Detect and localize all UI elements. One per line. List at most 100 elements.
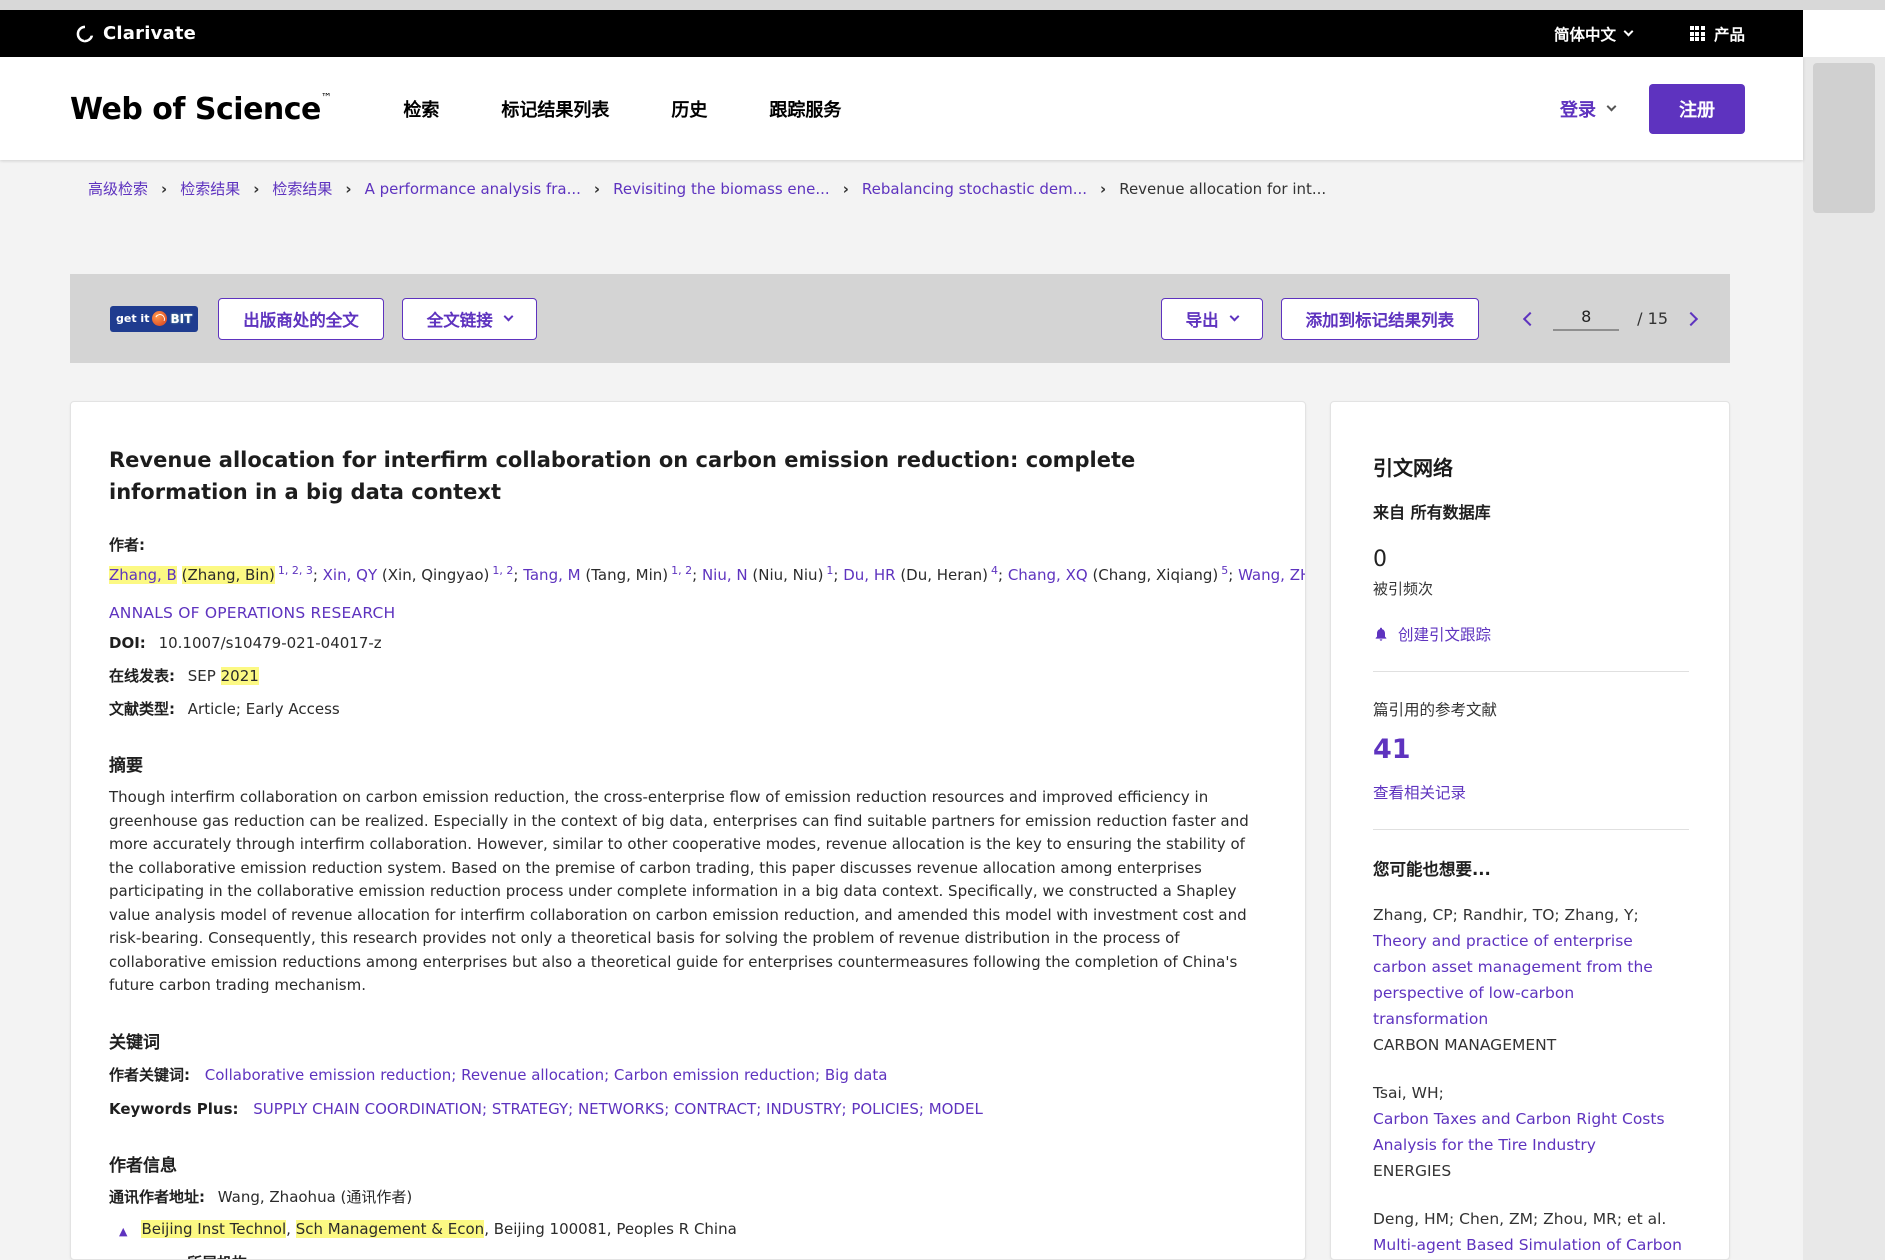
address-text: Beijing Inst Technol, Sch Management & E… [141, 1217, 736, 1241]
affiliation-label: 所属机构 [187, 1252, 1259, 1260]
products-menu[interactable]: 产品 [1690, 23, 1745, 45]
getit-org-label: BIT [170, 312, 192, 326]
breadcrumb-record-2[interactable]: Revisiting the biomass ene... [613, 180, 862, 198]
language-selector[interactable]: 简体中文 [1554, 23, 1632, 45]
author-link[interactable]: Wang, ZH [1238, 566, 1306, 584]
scrollbar-thumb[interactable] [1813, 63, 1875, 213]
breadcrumb-record-3[interactable]: Rebalancing stochastic dem... [862, 180, 1119, 198]
authors-label: 作者: [109, 536, 145, 554]
author-affil-sup: 5 [1221, 564, 1228, 577]
suggestion-authors: Deng, HM; Chen, ZM; Zhou, MR; et al. [1373, 1206, 1689, 1232]
doi-row: DOI: 10.1007/s10479-021-04017-z [109, 631, 1259, 655]
author-keywords-row: 作者关键词: Collaborative emission reductionR… [109, 1063, 1259, 1087]
citation-network-panel: 引文网络 来自 所有数据库 0 被引频次 创建引文跟踪 篇引用的参考文献 41 … [1330, 401, 1730, 1260]
author-link[interactable]: Du, HR [843, 566, 895, 584]
clarivate-logo[interactable]: Clarivate [75, 23, 196, 44]
full-text-links-button[interactable]: 全文链接 [402, 298, 537, 340]
clarivate-logo-text: Clarivate [103, 23, 196, 44]
keyword-link[interactable]: Big data [825, 1066, 888, 1084]
suggestion-item: Tsai, WH; Carbon Taxes and Carbon Right … [1373, 1080, 1689, 1184]
keyword-plus-link[interactable]: SUPPLY CHAIN COORDINATION [253, 1100, 492, 1118]
author: Du, HR (Du, Heran)4 [843, 566, 1008, 584]
author: Xin, QY (Xin, Qingyao)1, 2 [323, 566, 524, 584]
record-pagination: / 15 [1525, 307, 1696, 331]
getit-label: get it [116, 312, 149, 325]
create-citation-alert-label: 创建引文跟踪 [1398, 623, 1491, 645]
keyword-plus-link[interactable]: POLICIES [851, 1100, 928, 1118]
signin-menu[interactable]: 登录 [1560, 96, 1615, 122]
keywords-plus-label: Keywords Plus: [109, 1100, 239, 1118]
author: Tang, M (Tang, Min)1, 2 [523, 566, 702, 584]
author-fullname: (Niu, Niu) [752, 566, 823, 584]
keyword-link[interactable]: Collaborative emission reduction [205, 1066, 461, 1084]
doctype-label: 文献类型: [109, 700, 175, 718]
author-fullname: (Xin, Qingyao) [382, 566, 489, 584]
author-link[interactable]: Niu, N [702, 566, 748, 584]
breadcrumb-advanced-search[interactable]: 高级检索 [88, 178, 180, 199]
keyword-plus-link[interactable]: INDUSTRY [766, 1100, 851, 1118]
record-number-input[interactable] [1553, 307, 1619, 331]
keyword-link[interactable]: Carbon emission reduction [614, 1066, 825, 1084]
author-fullname: (Chang, Xiqiang) [1092, 566, 1218, 584]
nav-alerts[interactable]: 跟踪服务 [769, 96, 841, 122]
next-record-button[interactable] [1684, 311, 1698, 325]
cited-references-label: 篇引用的参考文献 [1373, 698, 1689, 720]
record-card: Revenue allocation for interfirm collabo… [70, 401, 1306, 1260]
address-row: ▲ Beijing Inst Technol, Sch Management &… [109, 1217, 1259, 1244]
trademark-symbol: ™ [321, 91, 332, 104]
cited-references-count[interactable]: 41 [1373, 734, 1411, 765]
journal-link[interactable]: ANNALS OF OPERATIONS RESEARCH [109, 604, 395, 622]
keyword-plus-link[interactable]: CONTRACT [674, 1100, 766, 1118]
nav-history[interactable]: 历史 [671, 96, 707, 122]
suggestion-title-link[interactable]: Theory and practice of enterprise carbon… [1373, 928, 1689, 1032]
authors-line: 作者: Zhang, B (Zhang, Bin)1, 2, 3Xin, QY … [109, 532, 1249, 588]
getit-bit-badge[interactable]: get it BIT [110, 306, 198, 332]
breadcrumb-results-2[interactable]: 检索结果 [272, 178, 364, 199]
author-keywords-label: 作者关键词: [109, 1066, 190, 1084]
suggestion-title-link[interactable]: Multi-agent Based Simulation of Carbon E… [1373, 1232, 1689, 1260]
doi-label: DOI: [109, 634, 146, 652]
doctype-row: 文献类型: Article; Early Access [109, 697, 1259, 721]
suggestion-title-link[interactable]: Carbon Taxes and Carbon Right Costs Anal… [1373, 1106, 1689, 1158]
keyword-link[interactable]: Revenue allocation [461, 1066, 614, 1084]
published-row: 在线发表: SEP 2021 [109, 664, 1259, 688]
chevron-down-icon [1607, 102, 1617, 112]
breadcrumb: 高级检索 检索结果 检索结果 A performance analysis fr… [88, 178, 1326, 199]
nav-search[interactable]: 检索 [403, 96, 439, 122]
author: Zhang, B (Zhang, Bin)1, 2, 3 [109, 566, 323, 584]
chevron-down-icon [503, 312, 513, 322]
view-related-records-link[interactable]: 查看相关记录 [1373, 781, 1466, 803]
keyword-plus-link[interactable]: NETWORKS [578, 1100, 674, 1118]
author-link[interactable]: Chang, XQ [1008, 566, 1088, 584]
published-label: 在线发表: [109, 667, 175, 685]
bell-icon [1373, 626, 1389, 642]
article-title: Revenue allocation for interfirm collabo… [109, 444, 1244, 508]
corresponding-address-row: 通讯作者地址: Wang, Zhaohua (通讯作者) [109, 1185, 1259, 1209]
previous-record-button[interactable] [1523, 311, 1537, 325]
collapse-triangle-icon[interactable]: ▲ [119, 1220, 127, 1244]
keyword-plus-link[interactable]: STRATEGY [492, 1100, 578, 1118]
author: Chang, XQ (Chang, Xiqiang)5 [1008, 566, 1238, 584]
author-affil-sup: 4 [991, 564, 998, 577]
nav-marked-list[interactable]: 标记结果列表 [501, 96, 609, 122]
author-link[interactable]: Zhang, B [109, 566, 177, 584]
author-link[interactable]: Tang, M [523, 566, 580, 584]
clarivate-mark-icon [75, 24, 95, 44]
full-text-publisher-button[interactable]: 出版商处的全文 [218, 298, 384, 340]
author: Wang, ZH (Wang, Zhaohua)1, 2, 3 [1238, 566, 1306, 584]
export-button[interactable]: 导出 [1161, 298, 1263, 340]
create-citation-alert-link[interactable]: 创建引文跟踪 [1373, 623, 1689, 645]
web-of-science-logo[interactable]: Web of Science™ [70, 91, 331, 127]
author-link[interactable]: Xin, QY [323, 566, 377, 584]
scrollbar-track[interactable] [1803, 57, 1885, 1260]
from-all-databases: 来自 所有数据库 [1373, 499, 1689, 523]
add-to-marked-list-button[interactable]: 添加到标记结果列表 [1281, 298, 1480, 340]
keywords-plus-row: Keywords Plus: SUPPLY CHAIN COORDINATION… [109, 1097, 1259, 1121]
breadcrumb-record-1[interactable]: A performance analysis fra... [365, 180, 614, 198]
register-button[interactable]: 注册 [1649, 84, 1745, 134]
abstract-text: Though interfirm collaboration on carbon… [109, 786, 1259, 998]
keyword-plus-link[interactable]: MODEL [929, 1100, 983, 1118]
breadcrumb-results-1[interactable]: 检索结果 [180, 178, 272, 199]
published-year: 2021 [221, 667, 259, 685]
corresponding-author: Wang, Zhaohua (通讯作者) [218, 1188, 412, 1206]
